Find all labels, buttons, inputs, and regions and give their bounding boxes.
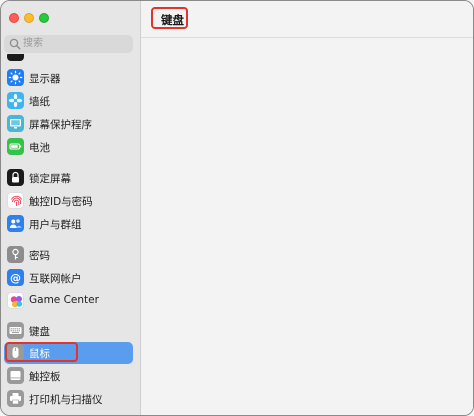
sidebar-item-game-center[interactable]: Game Center: [4, 290, 133, 312]
settings-window: 显示器 墙纸 屏幕保护程序 电池 锁定屏幕: [0, 0, 474, 416]
keyboard-icon: [7, 322, 24, 339]
sidebar-item-label: 显示器: [29, 73, 61, 85]
sidebar-item-display[interactable]: 显示器: [4, 67, 133, 89]
sidebar-item-partial[interactable]: [4, 54, 133, 63]
search-icon: [9, 38, 21, 50]
sidebar-item-screensaver[interactable]: 屏幕保护程序: [4, 113, 133, 135]
battery-icon: [7, 138, 24, 155]
highlight-box-title: [151, 7, 188, 29]
screensaver-icon: [7, 115, 24, 132]
svg-text:@: @: [10, 272, 21, 285]
game-center-icon: [7, 292, 24, 309]
search-input[interactable]: [23, 36, 128, 51]
sidebar-item-label: 互联网帐户: [29, 273, 82, 285]
sidebar-item-label: 屏幕保护程序: [29, 119, 92, 131]
content-header: 键盘: [141, 1, 473, 38]
display-icon: [7, 69, 24, 86]
sidebar-item-wallpaper[interactable]: 墙纸: [4, 90, 133, 112]
wallpaper-icon: [7, 92, 24, 109]
fingerprint-icon: [7, 192, 24, 209]
printer-icon: [7, 390, 24, 407]
sidebar-item-touch-id[interactable]: 触控ID与密码: [4, 190, 133, 212]
sidebar-item-trackpad[interactable]: 触控板: [4, 365, 133, 387]
sidebar-item-label: 密码: [29, 250, 50, 262]
sidebar-item-label: 键盘: [29, 326, 50, 338]
sidebar-item-battery[interactable]: 电池: [4, 136, 133, 158]
sidebar-item-internet-accounts[interactable]: @ 互联网帐户: [4, 267, 133, 289]
sidebar-item-lock-screen[interactable]: 锁定屏幕: [4, 167, 133, 189]
content-area: [141, 38, 473, 415]
sidebar-item-keyboard[interactable]: 键盘: [4, 320, 133, 342]
lock-icon: [7, 169, 24, 186]
trackpad-icon: [7, 367, 24, 384]
sidebar-item-label: 用户与群组: [29, 219, 82, 231]
sidebar-item-label: 墙纸: [29, 96, 50, 108]
sidebar-item-label: 触控板: [29, 371, 61, 383]
users-icon: [7, 215, 24, 232]
search-field[interactable]: [4, 35, 133, 53]
highlight-box-mouse: [5, 342, 78, 362]
sidebar: 显示器 墙纸 屏幕保护程序 电池 锁定屏幕: [1, 1, 141, 415]
sidebar-item-label: 打印机与扫描仪: [29, 394, 103, 406]
key-icon: [7, 246, 24, 263]
sidebar-item-label: Game Center: [29, 294, 99, 306]
sidebar-item-printers[interactable]: 打印机与扫描仪: [4, 388, 133, 410]
close-button[interactable]: [9, 13, 19, 23]
sidebar-item-label: 触控ID与密码: [29, 196, 93, 208]
sidebar-item-passwords[interactable]: 密码: [4, 244, 133, 266]
sidebar-item-label: 锁定屏幕: [29, 173, 71, 185]
sidebar-item-label: 电池: [29, 142, 50, 154]
minimize-button[interactable]: [24, 13, 34, 23]
zoom-button[interactable]: [39, 13, 49, 23]
general-icon: [7, 54, 24, 61]
sidebar-item-users[interactable]: 用户与群组: [4, 213, 133, 235]
at-icon: @: [7, 269, 24, 286]
